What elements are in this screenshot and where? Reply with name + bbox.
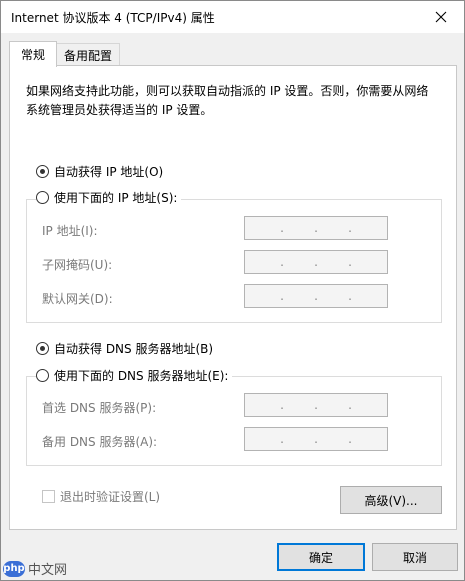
default-gateway-label: 默认网关(D): xyxy=(42,292,113,306)
dialog-window: Internet 协议版本 4 (TCP/IPv4) 属性 常规 备用配置 如果… xyxy=(0,0,465,581)
cancel-button[interactable]: 取消 xyxy=(372,543,458,571)
window-title: Internet 协议版本 4 (TCP/IPv4) 属性 xyxy=(11,11,215,25)
tab-alternate-config[interactable]: 备用配置 xyxy=(56,43,120,66)
radio-manual-ip-label: 使用下面的 IP 地址(S): xyxy=(54,191,178,205)
radio-manual-ip[interactable]: 使用下面的 IP 地址(S): xyxy=(36,189,182,206)
close-icon xyxy=(435,11,447,23)
radio-manual-dns[interactable]: 使用下面的 DNS 服务器地址(E): xyxy=(36,367,233,384)
radio-auto-ip-label: 自动获得 IP 地址(O) xyxy=(54,165,164,179)
description-text: 如果网络支持此功能，则可以获取自动指派的 IP 设置。否则，你需要从网络系统管理… xyxy=(26,84,429,117)
alternate-dns-label: 备用 DNS 服务器(A): xyxy=(42,435,158,449)
alternate-dns-input[interactable]: ... xyxy=(244,427,388,451)
validate-checkbox[interactable] xyxy=(42,490,55,503)
radio-auto-dns[interactable]: 自动获得 DNS 服务器地址(B) xyxy=(36,340,218,357)
radio-auto-dns-label: 自动获得 DNS 服务器地址(B) xyxy=(54,342,214,356)
radio-manual-dns-label: 使用下面的 DNS 服务器地址(E): xyxy=(54,369,229,383)
radio-button-selected[interactable] xyxy=(36,342,49,355)
tab-general[interactable]: 常规 xyxy=(9,41,57,67)
watermark-text: 中文网 xyxy=(28,563,68,578)
radio-button-selected[interactable] xyxy=(36,165,49,178)
preferred-dns-input[interactable]: ... xyxy=(244,393,388,417)
manual-dns-group xyxy=(26,376,442,466)
ok-button[interactable]: 确定 xyxy=(277,543,365,571)
subnet-mask-input[interactable]: ... xyxy=(244,250,388,274)
validate-checkbox-label: 退出时验证设置(L) xyxy=(60,490,161,504)
preferred-dns-label: 首选 DNS 服务器(P): xyxy=(42,401,157,415)
tab-panel-general: 如果网络支持此功能，则可以获取自动指派的 IP 设置。否则，你需要从网络系统管理… xyxy=(9,65,457,530)
radio-auto-ip[interactable]: 自动获得 IP 地址(O) xyxy=(36,163,168,180)
php-logo-icon: php xyxy=(3,560,25,577)
radio-button[interactable] xyxy=(36,369,49,382)
ip-address-label: IP 地址(I): xyxy=(42,224,98,238)
ip-address-input[interactable]: ... xyxy=(244,216,388,240)
watermark: php 中文网 xyxy=(3,559,67,578)
radio-button[interactable] xyxy=(36,191,49,204)
default-gateway-input[interactable]: ... xyxy=(244,284,388,308)
close-button[interactable] xyxy=(418,1,464,33)
subnet-mask-label: 子网掩码(U): xyxy=(42,258,113,272)
validate-on-exit-checkbox-row[interactable]: 退出时验证设置(L) xyxy=(42,488,160,505)
advanced-button[interactable]: 高级(V)... xyxy=(340,486,442,514)
title-bar: Internet 协议版本 4 (TCP/IPv4) 属性 xyxy=(1,1,464,33)
